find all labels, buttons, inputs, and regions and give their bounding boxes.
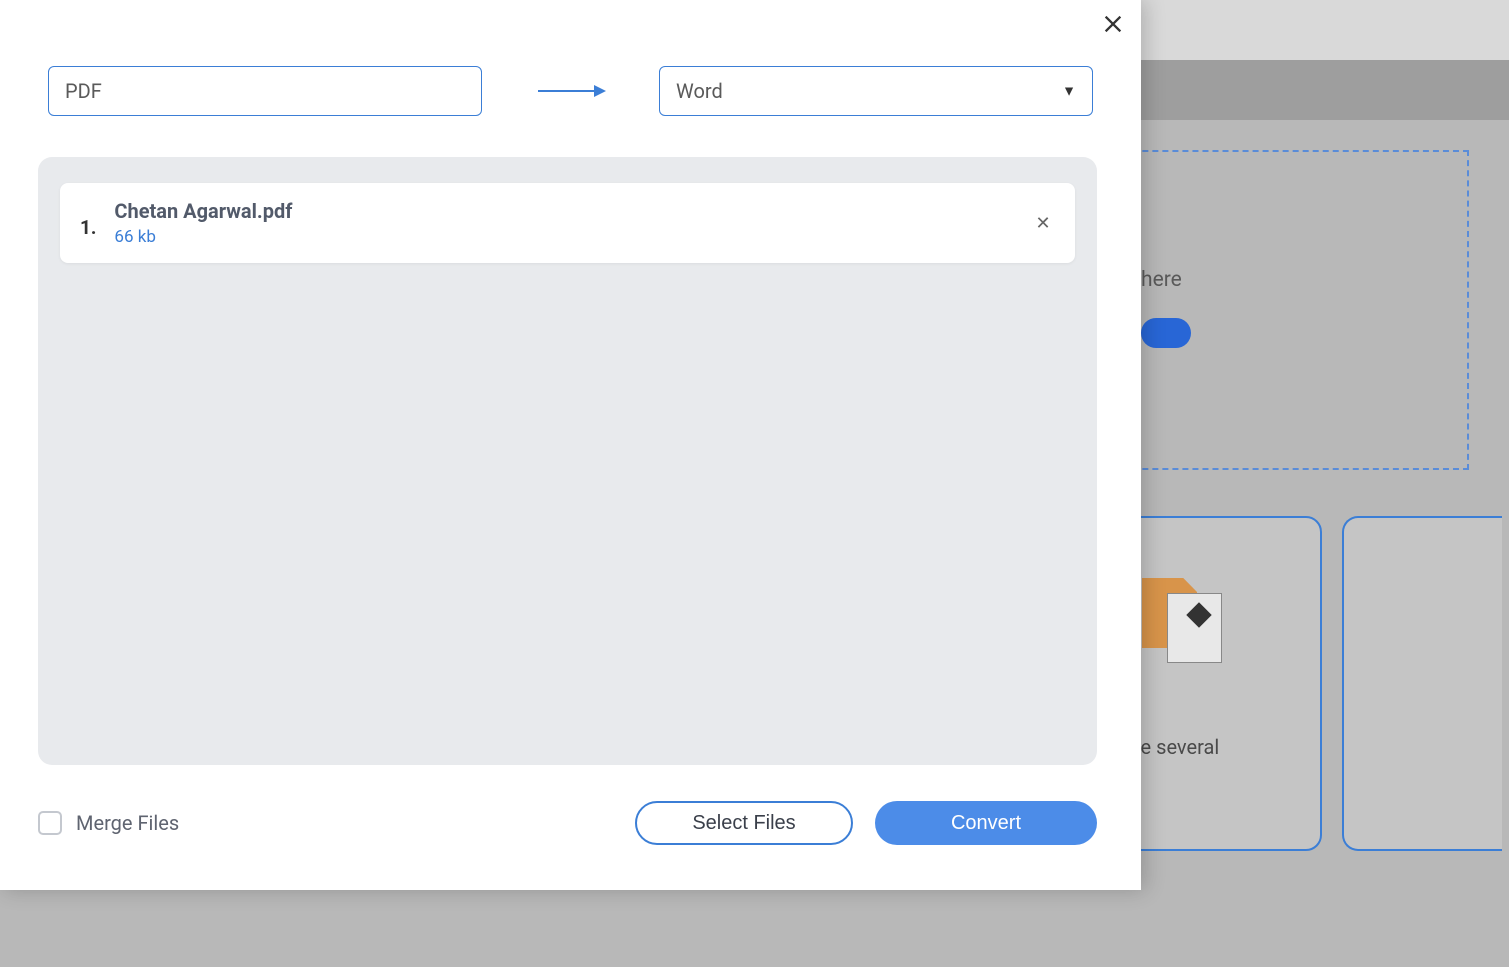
target-format-select[interactable]: Word ▼: [659, 66, 1093, 116]
drop-zone-text-fragment: here: [1141, 268, 1182, 292]
drop-zone-button-fragment[interactable]: [1141, 318, 1191, 348]
source-format-input[interactable]: PDF: [48, 66, 482, 116]
format-row: PDF Word ▼: [48, 66, 1093, 116]
chevron-down-icon: ▼: [1062, 83, 1076, 100]
file-name: Chetan Agarwal.pdf: [114, 199, 1031, 223]
arrow-icon: [482, 81, 659, 101]
file-info: Chetan Agarwal.pdf 66 kb: [114, 199, 1031, 247]
remove-file-button[interactable]: ✕: [1031, 211, 1055, 235]
merge-card-icon: [1142, 578, 1232, 668]
select-files-button[interactable]: Select Files: [635, 801, 853, 845]
dialog-footer: Merge Files Select Files Convert: [38, 801, 1097, 845]
merge-files-checkbox[interactable]: Merge Files: [38, 811, 179, 835]
file-size: 66 kb: [114, 227, 1031, 247]
checkbox-box: [38, 811, 62, 835]
close-icon: ✕: [1035, 213, 1050, 234]
merge-files-label: Merge Files: [76, 811, 179, 835]
target-format-value: Word: [676, 79, 723, 103]
convert-button[interactable]: Convert: [875, 801, 1097, 845]
file-index: 1.: [80, 216, 96, 247]
feature-card-partial[interactable]: [1342, 516, 1502, 851]
file-row: 1. Chetan Agarwal.pdf 66 kb ✕: [60, 183, 1075, 263]
source-format-value: PDF: [65, 79, 102, 103]
close-button[interactable]: [1097, 8, 1129, 40]
convert-dialog: PDF Word ▼ 1. Chetan Agarwal.pdf 66 kb ✕: [0, 0, 1141, 890]
close-icon: [1102, 13, 1124, 35]
files-panel: 1. Chetan Agarwal.pdf 66 kb ✕: [38, 157, 1097, 765]
